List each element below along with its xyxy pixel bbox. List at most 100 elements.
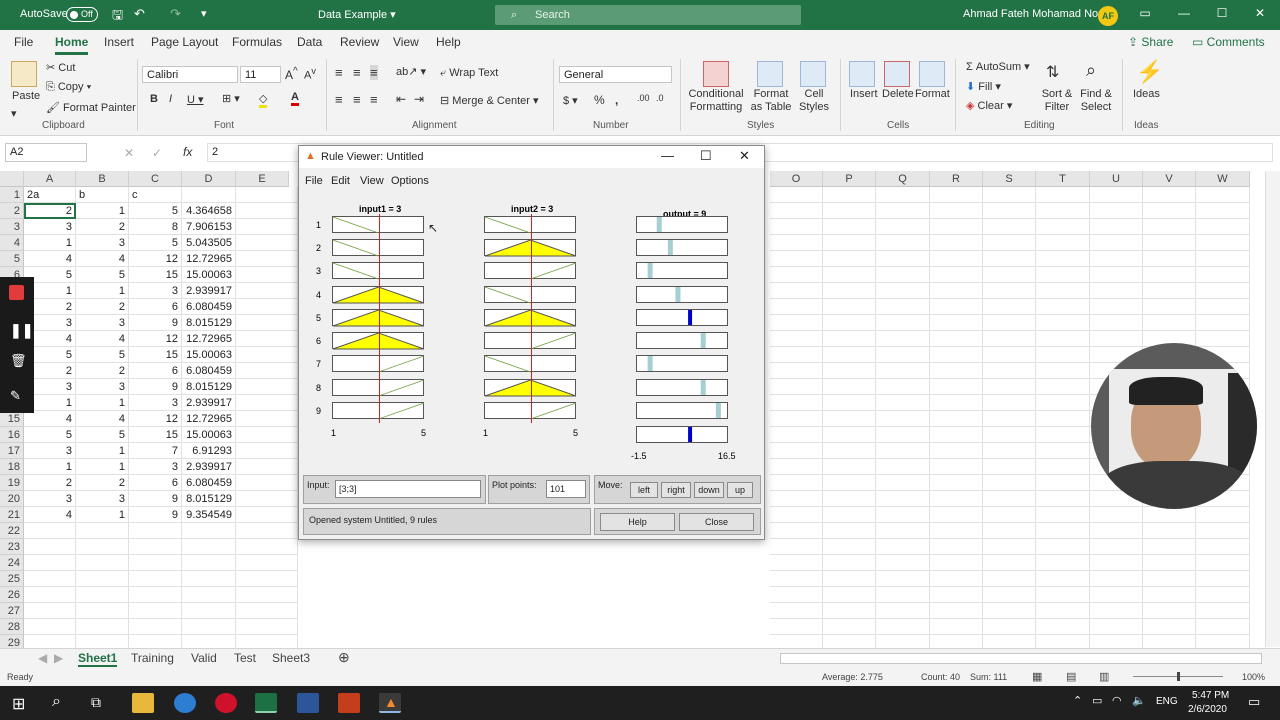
column-header[interactable]: C [129,171,182,187]
sheet-tab-sheet3[interactable]: Sheet3 [272,651,310,665]
comments-button[interactable]: ▭ Comments [1192,35,1265,49]
cell[interactable] [930,411,983,427]
cell[interactable] [1090,523,1143,539]
rv-maximize-icon[interactable]: ☐ [700,148,712,164]
cell[interactable] [930,539,983,555]
cell[interactable] [1196,571,1250,587]
cell[interactable] [236,555,298,571]
undo-icon[interactable]: ↶ [134,6,145,22]
cell[interactable] [770,219,823,235]
format-as-table-button[interactable]: Format as Table [747,88,795,114]
cell[interactable]: 8.015129 [182,379,236,395]
column-header[interactable]: B [76,171,129,187]
cell[interactable]: 4 [24,507,76,523]
cell[interactable] [1090,603,1143,619]
cell[interactable] [983,411,1036,427]
cell[interactable] [1090,219,1143,235]
cell[interactable] [236,571,298,587]
cell[interactable]: 3 [24,219,76,235]
cell[interactable]: 4 [76,251,129,267]
column-header[interactable]: R [930,171,983,187]
merge-center-button[interactable]: ⊟ Merge & Center ▾ [440,94,539,107]
cell[interactable]: 2 [76,363,129,379]
cell[interactable] [823,203,876,219]
cell[interactable] [930,379,983,395]
cell[interactable] [1036,219,1090,235]
cell[interactable] [983,603,1036,619]
cell[interactable]: b [76,187,129,203]
customize-qat-icon[interactable]: ▾ [201,7,207,20]
cell[interactable]: 8.015129 [182,315,236,331]
cell[interactable]: 6.91293 [182,443,236,459]
decrease-indent-icon[interactable]: ⇤ [396,92,406,106]
cell[interactable] [129,587,182,603]
save-icon[interactable]: 🖫 [112,6,123,28]
cell[interactable]: 15.00063 [182,427,236,443]
column-header[interactable]: A [24,171,76,187]
cell[interactable] [930,283,983,299]
cell[interactable] [1036,395,1090,411]
cell[interactable] [1143,187,1196,203]
cell[interactable] [1196,603,1250,619]
cell[interactable] [930,267,983,283]
cell[interactable] [129,523,182,539]
cell[interactable] [182,523,236,539]
copy-button[interactable]: ⎘ Copy ▾ [46,81,91,94]
cell[interactable] [876,331,930,347]
cell[interactable]: 1 [76,395,129,411]
cell[interactable] [770,267,823,283]
cell[interactable] [129,539,182,555]
cell[interactable] [1036,459,1090,475]
align-center-icon[interactable]: ≡ [353,92,361,107]
cell[interactable]: 6.080459 [182,299,236,315]
cell[interactable]: 4 [24,251,76,267]
align-top-icon[interactable]: ≡ [335,65,343,80]
row-header[interactable]: 24 [0,555,24,571]
cell[interactable]: 15 [129,267,182,283]
cell[interactable] [823,587,876,603]
rv-menu-file[interactable]: File [305,175,323,187]
cell[interactable] [1143,571,1196,587]
cell[interactable] [876,267,930,283]
cell[interactable] [770,235,823,251]
cell[interactable]: 1 [76,507,129,523]
row-header[interactable]: 27 [0,603,24,619]
file-explorer-icon[interactable] [132,693,154,713]
row-header[interactable]: 4 [0,235,24,251]
matlab-icon[interactable]: ▲ [379,693,401,713]
cell[interactable] [983,379,1036,395]
cell[interactable] [823,427,876,443]
cell[interactable] [770,619,823,635]
format-cells-button[interactable]: Format [915,88,950,100]
cell[interactable]: 15.00063 [182,347,236,363]
cell[interactable] [1036,571,1090,587]
cell[interactable] [983,523,1036,539]
cell[interactable] [983,427,1036,443]
cell[interactable] [129,619,182,635]
sheet-tab-sheet1[interactable]: Sheet1 [78,651,118,667]
cell[interactable]: 9 [129,507,182,523]
cell[interactable]: 6.080459 [182,475,236,491]
cell[interactable] [930,235,983,251]
cell[interactable] [876,603,930,619]
cell[interactable] [876,555,930,571]
cell[interactable] [1036,507,1090,523]
user-name[interactable]: Ahmad Fateh Mohamad Nor [963,8,1102,20]
rv-menu-view[interactable]: View [360,175,384,187]
cell[interactable]: 3 [24,443,76,459]
cell[interactable] [24,555,76,571]
cell[interactable] [770,603,823,619]
cell[interactable]: 3 [76,379,129,395]
cell[interactable] [182,619,236,635]
cell[interactable] [236,187,298,203]
cell[interactable] [983,571,1036,587]
normal-view-icon[interactable]: ▦ [1032,670,1042,683]
ideas-icon[interactable]: ⚡ [1136,59,1163,85]
cell[interactable]: 1 [24,459,76,475]
fill-color-icon[interactable]: ◇ [259,92,268,108]
cell[interactable] [930,315,983,331]
cell[interactable] [770,187,823,203]
cell[interactable] [76,523,129,539]
tab-help[interactable]: Help [436,35,461,49]
cell[interactable]: 8 [129,219,182,235]
